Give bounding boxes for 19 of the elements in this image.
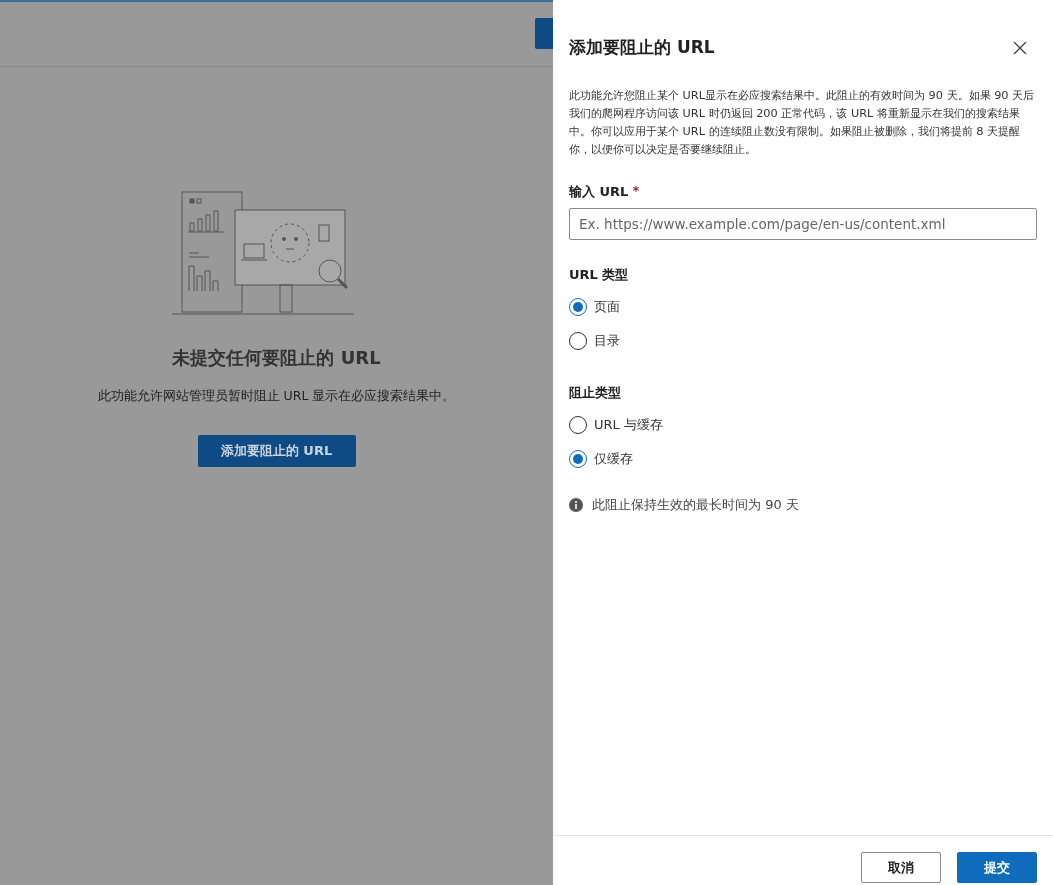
empty-state-description: 此功能允许网站管理员暂时阻止 URL 显示在必应搜索结果中。 [97,388,456,405]
radio-label[interactable]: URL 与缓存 [594,416,663,434]
info-note: 此阻止保持生效的最长时间为 90 天 [592,496,799,514]
url-input-field[interactable]: Ex. https://www.example.com/page/en-us/content.xml [569,208,1037,240]
submit-button[interactable]: 提交 [957,852,1037,883]
radio-label[interactable]: 仅缓存 [594,450,633,468]
add-url-button[interactable]: 添加要阻止的 URL [197,435,356,467]
close-icon[interactable] [1013,40,1027,55]
radio-label[interactable]: 目录 [594,332,620,350]
panel-description: 此功能允许您阻止某个 URL显示在必应搜索结果中。此阻止的有效时间为 90 天。如果 90 天后我们的爬网程序访问该 URL 时仍返回 200 正常代码，该 URL 将重新显示在我们的搜索结果中。你可以应用于某个 URL 的连续阻止数没有限制。如果阻止被删除，我们将提前 8 天提醒你，以便你可以决定是否要继续阻止。 [569,88,1036,158]
field-label: 输入 URL [569,183,629,201]
group-label: 阻止类型 [569,384,622,402]
cancel-button[interactable]: 取消 [861,852,941,883]
radio-label[interactable]: 页面 [594,298,620,316]
empty-state-title: 未提交任何要阻止的 URL [172,346,381,370]
required-mark: * [632,183,640,200]
info-icon [569,498,583,512]
group-label: URL 类型 [569,266,630,284]
panel-title: 添加要阻止的 URL [569,36,715,59]
